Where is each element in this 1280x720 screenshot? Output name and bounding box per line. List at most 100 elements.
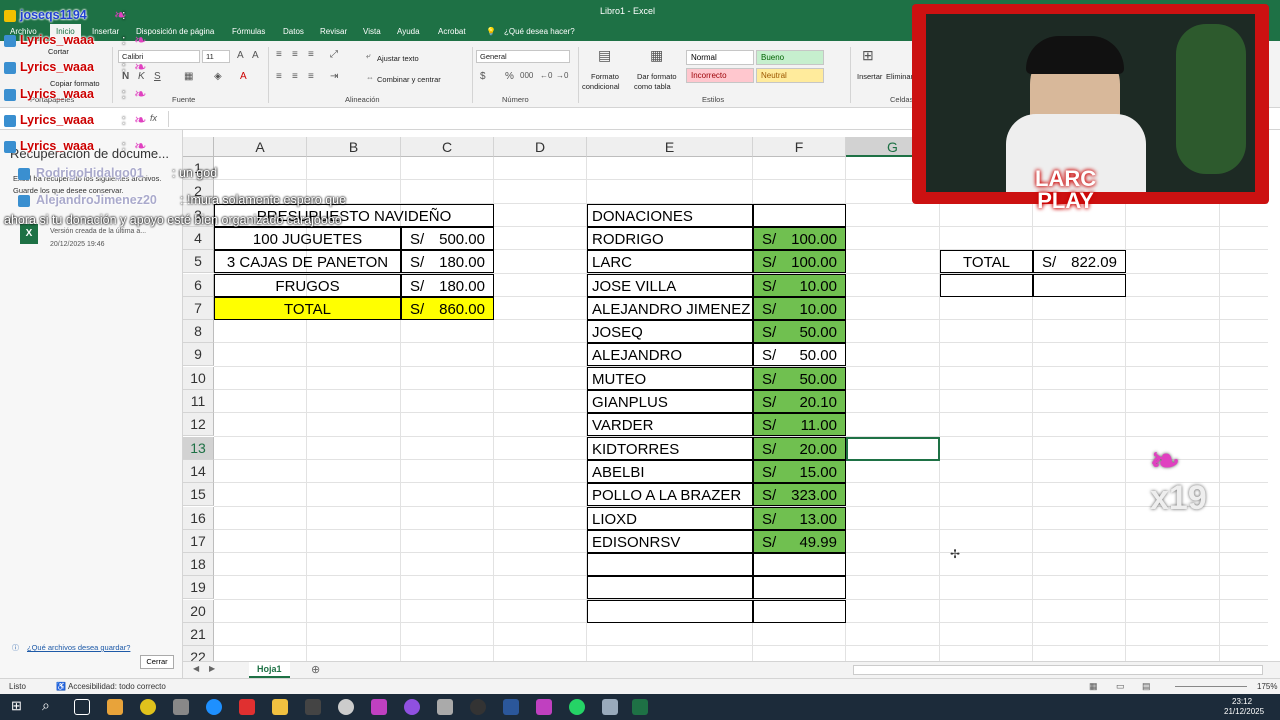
donation-amount[interactable]: S/20.00 bbox=[753, 436, 846, 460]
donation-name[interactable]: MUTEO bbox=[587, 366, 753, 390]
tab-insertar[interactable]: Insertar bbox=[92, 27, 119, 36]
active-cell[interactable] bbox=[846, 436, 940, 461]
shrink-font-icon[interactable]: A bbox=[252, 50, 259, 61]
folder-icon[interactable] bbox=[272, 699, 288, 715]
orientation-icon[interactable]: ⤢ bbox=[330, 49, 338, 60]
merge-center-button[interactable]: Combinar y centrar bbox=[377, 75, 441, 84]
page-layout-icon[interactable]: ▭ bbox=[1116, 681, 1125, 692]
font-name-select[interactable]: Calibri bbox=[118, 50, 200, 63]
style-incorrecto[interactable]: Incorrecto bbox=[686, 68, 754, 83]
row-header[interactable]: 5 bbox=[183, 250, 214, 274]
align-right-icon[interactable]: ≡ bbox=[308, 71, 314, 82]
donation-empty-amount[interactable] bbox=[753, 553, 846, 577]
font-color-icon[interactable]: A bbox=[240, 71, 247, 82]
calculator-icon[interactable] bbox=[437, 699, 453, 715]
donation-amount[interactable]: S/50.00 bbox=[753, 343, 846, 367]
increase-decimal-icon[interactable]: ←0 bbox=[540, 71, 552, 80]
which-files-link[interactable]: ¿Qué archivos desea guardar? bbox=[27, 643, 130, 652]
table-format-line2[interactable]: como tabla bbox=[634, 82, 671, 91]
row-header[interactable]: 19 bbox=[183, 576, 214, 600]
row-header[interactable]: 7 bbox=[183, 296, 214, 320]
insert-button[interactable]: Insertar bbox=[857, 72, 882, 81]
style-bueno[interactable]: Bueno bbox=[756, 50, 824, 65]
budget-total-label[interactable]: TOTAL bbox=[214, 296, 401, 320]
word-icon[interactable] bbox=[503, 699, 519, 715]
close-pane-button[interactable]: Cerrar bbox=[140, 655, 174, 669]
donation-amount[interactable]: S/50.00 bbox=[753, 320, 846, 344]
donation-amount[interactable]: S/20.10 bbox=[753, 390, 846, 413]
decrease-decimal-icon[interactable]: →0 bbox=[556, 71, 568, 80]
donation-amount[interactable]: S/323.00 bbox=[753, 483, 846, 507]
spreadsheet-grid[interactable]: A B C D E F G 1 2 3 4 5 6 7 8 9 10 11 12 13 14 15 16 17 18 19 20 21… bbox=[183, 137, 1268, 661]
align-bottom-icon[interactable]: ≡ bbox=[308, 49, 314, 60]
tab-formulas[interactable]: Fórmulas bbox=[232, 27, 265, 36]
cond-format-line2[interactable]: condicional bbox=[582, 82, 620, 91]
row-header[interactable]: 13 bbox=[183, 436, 214, 460]
column-header[interactable]: D bbox=[494, 137, 587, 157]
app-icon[interactable] bbox=[602, 699, 618, 715]
borders-icon[interactable]: ▦ bbox=[184, 71, 193, 82]
tab-ayuda[interactable]: Ayuda bbox=[397, 27, 420, 36]
tab-datos[interactable]: Datos bbox=[283, 27, 304, 36]
search-icon[interactable]: ⌕ bbox=[42, 697, 50, 714]
select-all-corner[interactable] bbox=[183, 137, 214, 157]
donation-amount[interactable]: S/13.00 bbox=[753, 506, 846, 530]
donation-name[interactable]: JOSE VILLA bbox=[587, 273, 753, 297]
donation-amount[interactable]: S/49.99 bbox=[753, 529, 846, 553]
budget-item-amount[interactable]: S/180.00 bbox=[401, 273, 494, 297]
app-icon[interactable] bbox=[239, 699, 255, 715]
donation-name[interactable]: LARC bbox=[587, 250, 753, 274]
currency-icon[interactable]: $ bbox=[480, 71, 486, 82]
edge-icon[interactable] bbox=[206, 699, 222, 715]
normal-view-icon[interactable]: ▦ bbox=[1089, 681, 1098, 692]
excel-file-icon[interactable]: X bbox=[20, 224, 38, 244]
donation-amount[interactable]: S/100.00 bbox=[753, 250, 846, 274]
file-description[interactable]: Versión creada de la última a... bbox=[50, 228, 146, 235]
font-size-select[interactable]: 11 bbox=[202, 50, 230, 63]
accessibility-status[interactable]: Accesibilidad: todo correcto bbox=[68, 682, 166, 691]
row-header[interactable]: 14 bbox=[183, 459, 214, 483]
column-header[interactable]: E bbox=[587, 137, 753, 157]
budget-item-label[interactable]: 100 JUGUETES bbox=[214, 226, 401, 250]
row-header[interactable]: 16 bbox=[183, 506, 214, 530]
align-left-icon[interactable]: ≡ bbox=[276, 71, 282, 82]
donation-amount[interactable]: S/10.00 bbox=[753, 273, 846, 297]
row-header[interactable]: 18 bbox=[183, 553, 214, 577]
cond-format-line1[interactable]: Formato bbox=[591, 72, 619, 81]
donation-total-amount[interactable]: S/822.09 bbox=[1033, 250, 1126, 274]
donation-total-blank[interactable] bbox=[1033, 273, 1126, 297]
excel-taskbar-icon[interactable] bbox=[632, 699, 648, 715]
donation-amount[interactable]: S/50.00 bbox=[753, 366, 846, 390]
donation-name[interactable]: EDISONRSV bbox=[587, 529, 753, 553]
tab-vista[interactable]: Vista bbox=[363, 27, 381, 36]
budget-item-label[interactable]: 3 CAJAS DE PANETON bbox=[214, 250, 401, 274]
donation-empty-name[interactable] bbox=[587, 576, 753, 600]
donation-amount[interactable]: S/11.00 bbox=[753, 413, 846, 437]
row-header[interactable]: 4 bbox=[183, 226, 214, 250]
row-header[interactable]: 11 bbox=[183, 390, 214, 413]
zoom-level[interactable]: 175% bbox=[1257, 682, 1277, 691]
donations-header[interactable]: DONACIONES bbox=[587, 203, 753, 227]
delete-button[interactable]: Eliminar bbox=[886, 72, 913, 81]
donation-empty-amount[interactable] bbox=[753, 576, 846, 600]
app-icon[interactable] bbox=[173, 699, 189, 715]
grow-font-icon[interactable]: A bbox=[237, 50, 244, 61]
sheet-tab-hoja1[interactable]: Hoja1 bbox=[249, 662, 290, 678]
file-explorer-icon[interactable] bbox=[107, 699, 123, 715]
app-icon[interactable] bbox=[371, 699, 387, 715]
add-sheet-icon[interactable]: ⊕ bbox=[311, 663, 320, 676]
row-header[interactable]: 22 bbox=[183, 646, 214, 661]
align-center-icon[interactable]: ≡ bbox=[292, 71, 298, 82]
column-header[interactable]: F bbox=[753, 137, 846, 157]
clock-time[interactable]: 23:12 bbox=[1232, 697, 1252, 706]
whatsapp-icon[interactable] bbox=[569, 699, 585, 715]
row-header[interactable]: 6 bbox=[183, 273, 214, 297]
donation-name[interactable]: ALEJANDRO JIMENEZ bbox=[587, 296, 753, 320]
windows-start-icon[interactable]: ⊞ bbox=[11, 698, 22, 714]
donation-empty-amount[interactable] bbox=[753, 599, 846, 623]
underline-icon[interactable]: S bbox=[154, 71, 161, 82]
donations-header-blank[interactable] bbox=[753, 203, 846, 227]
tab-revisar[interactable]: Revisar bbox=[320, 27, 347, 36]
zoom-slider[interactable] bbox=[1175, 686, 1247, 687]
tell-me-search[interactable]: ¿Qué desea hacer? bbox=[504, 27, 575, 36]
